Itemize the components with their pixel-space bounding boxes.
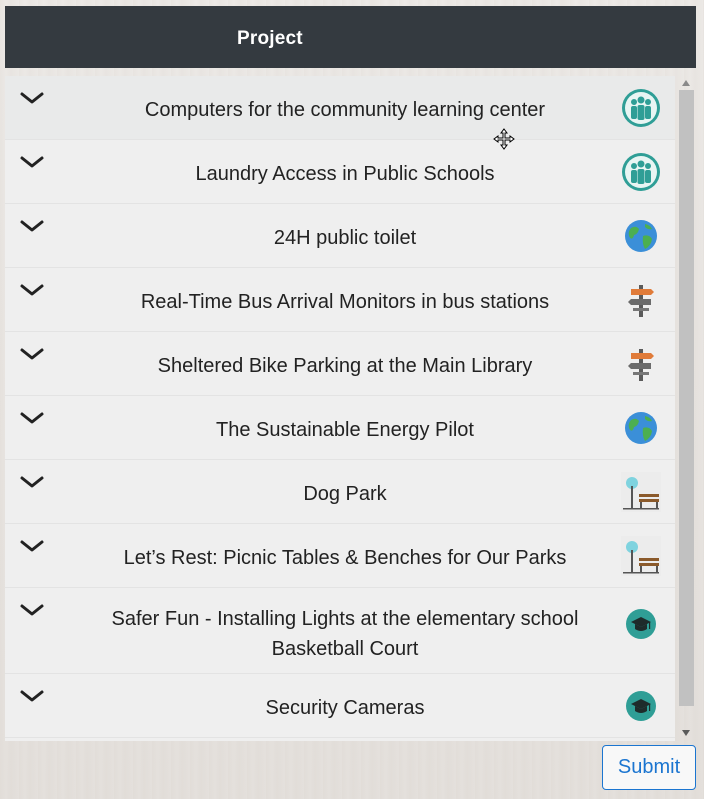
chevron-down-icon[interactable] [19, 474, 45, 490]
project-title: Let’s Rest: Picnic Tables & Benches for … [123, 547, 567, 569]
list-item[interactable]: Let’s Rest: Picnic Tables & Benches for … [5, 524, 675, 588]
project-title: Security Cameras [265, 697, 425, 719]
chevron-down-icon[interactable] [19, 90, 45, 106]
chevron-down-icon[interactable] [19, 602, 45, 618]
project-title: The Sustainable Energy Pilot [216, 419, 474, 441]
community-people-icon [622, 89, 660, 127]
vertical-scrollbar[interactable] [677, 76, 696, 741]
submit-button[interactable]: Submit [602, 745, 696, 790]
column-header-project: Project [237, 28, 303, 49]
project-title: Real-Time Bus Arrival Monitors in bus st… [140, 291, 550, 313]
list-item[interactable]: Sheltered Bike Parking at the Main Libra… [5, 332, 675, 396]
list-item[interactable]: Security Cameras [5, 674, 675, 738]
project-title: Sheltered Bike Parking at the Main Libra… [157, 355, 533, 377]
chevron-down-icon[interactable] [19, 218, 45, 234]
chevron-down-icon[interactable] [19, 688, 45, 704]
earth-globe-icon [625, 220, 657, 252]
project-title: Safer Fun - Installing Lights at the ele… [111, 608, 579, 660]
park-bench-icon [621, 472, 661, 512]
list-item[interactable]: The Sustainable Energy Pilot [5, 396, 675, 460]
park-bench-icon [621, 536, 661, 576]
scroll-up-arrow[interactable] [682, 80, 690, 86]
signpost-icon [628, 285, 654, 317]
scrollbar-thumb[interactable] [679, 90, 694, 706]
move-cursor-icon [493, 128, 515, 150]
list-item[interactable]: Real-Time Bus Arrival Monitors in bus st… [5, 268, 675, 332]
chevron-down-icon[interactable] [19, 154, 45, 170]
scroll-down-arrow[interactable] [682, 730, 690, 736]
list-item[interactable]: Safer Fun - Installing Lights at the ele… [5, 588, 675, 674]
project-title: Laundry Access in Public Schools [195, 163, 495, 185]
chevron-down-icon[interactable] [19, 410, 45, 426]
list-item[interactable]: Computers for the community learning cen… [5, 76, 675, 140]
project-list: Computers for the community learning cen… [5, 76, 675, 741]
table-header: Project [5, 6, 696, 68]
graduation-cap-icon [626, 609, 656, 639]
project-title: Dog Park [303, 483, 387, 505]
chevron-down-icon[interactable] [19, 538, 45, 554]
chevron-down-icon[interactable] [19, 282, 45, 298]
list-item[interactable]: Dog Park [5, 460, 675, 524]
project-title: 24H public toilet [273, 227, 417, 249]
community-people-icon [622, 153, 660, 191]
graduation-cap-icon [626, 691, 656, 721]
project-title: Computers for the community learning cen… [144, 99, 546, 121]
signpost-icon [628, 349, 654, 381]
chevron-down-icon[interactable] [19, 346, 45, 362]
list-item[interactable]: 24H public toilet [5, 204, 675, 268]
list-item[interactable]: Laundry Access in Public Schools [5, 140, 675, 204]
earth-globe-icon [625, 412, 657, 444]
